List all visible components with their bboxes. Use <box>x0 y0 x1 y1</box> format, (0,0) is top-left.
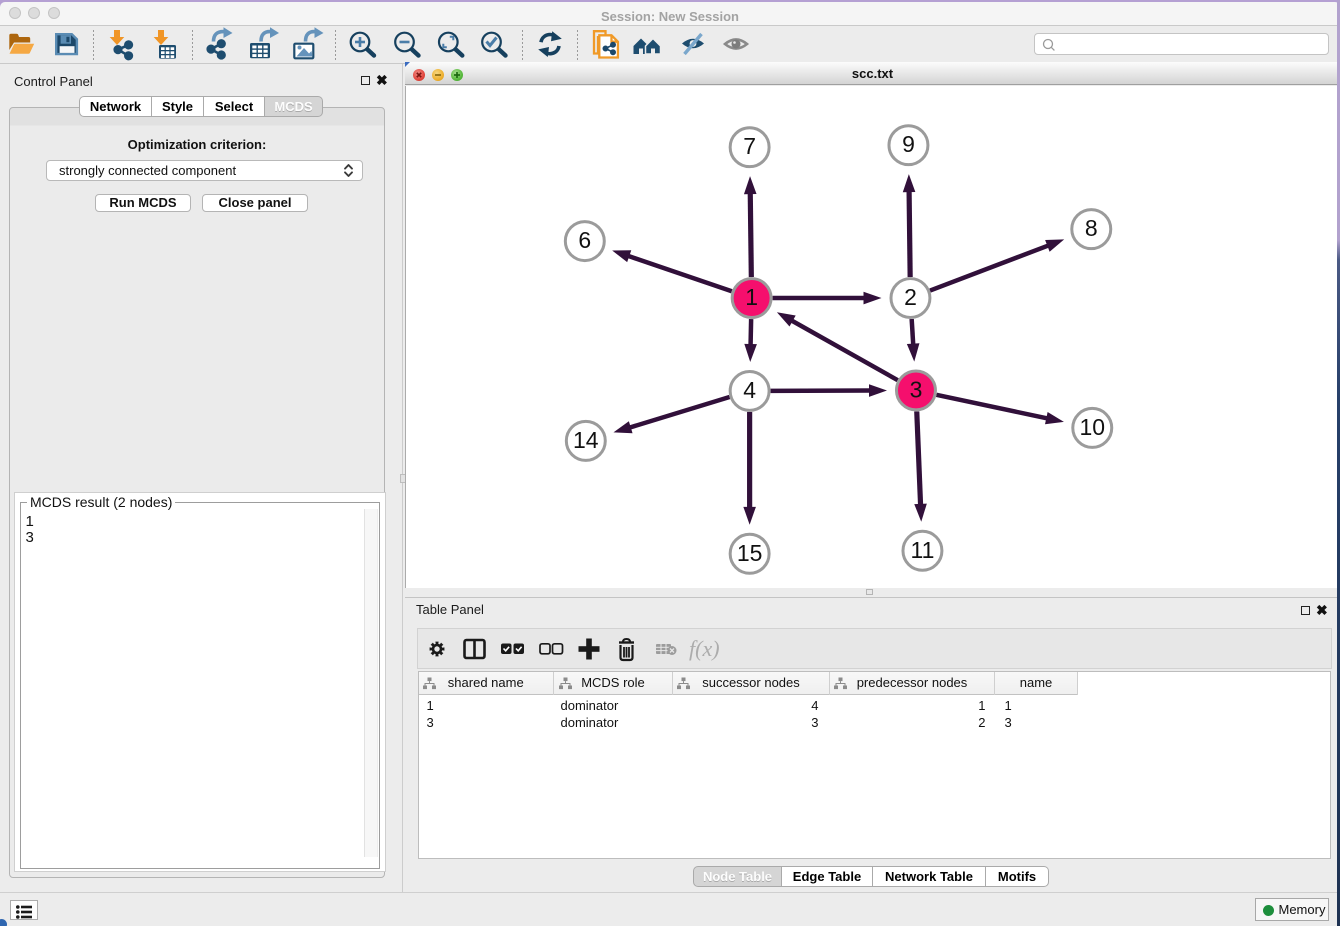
svg-text:8: 8 <box>1085 215 1098 241</box>
svg-text:11: 11 <box>911 537 935 563</box>
svg-text:3: 3 <box>910 376 923 402</box>
svg-text:7: 7 <box>743 133 756 159</box>
svg-text:10: 10 <box>1079 414 1105 440</box>
svg-text:1: 1 <box>745 284 758 310</box>
svg-text:15: 15 <box>737 540 763 566</box>
svg-text:6: 6 <box>578 227 591 253</box>
svg-text:9: 9 <box>902 131 915 157</box>
svg-text:2: 2 <box>904 284 917 310</box>
svg-text:14: 14 <box>573 427 599 453</box>
svg-text:f(x): f(x) <box>689 636 720 661</box>
svg-text:4: 4 <box>743 377 756 403</box>
